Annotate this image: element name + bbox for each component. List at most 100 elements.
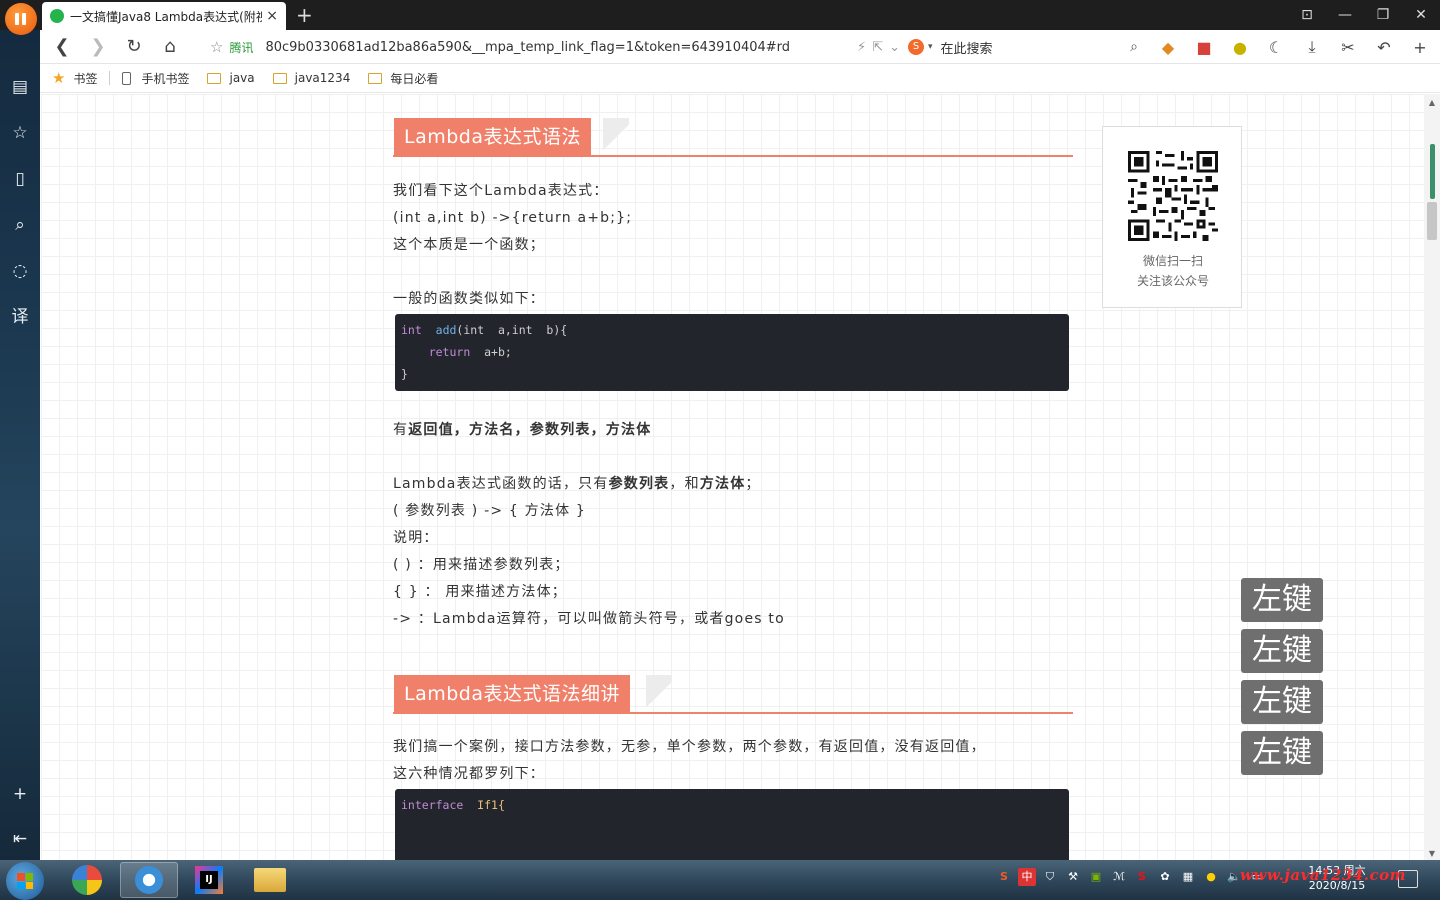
bookmark-mobile[interactable]: 手机书签 xyxy=(122,70,189,87)
bookmark-star[interactable]: ★ 书签 xyxy=(52,69,97,87)
news-icon[interactable]: ▤ xyxy=(8,75,32,99)
nvidia-icon[interactable]: ▣ xyxy=(1087,868,1105,886)
color-app-icon xyxy=(72,865,102,895)
network-icon[interactable]: ▦ xyxy=(1179,868,1197,886)
paragraph: 一般的函数类似如下： xyxy=(393,291,545,307)
url-text[interactable]: 80c9b0330681ad12ba86a590&__mpa_temp_link… xyxy=(265,40,851,55)
paragraph: -> ：Lambda运算符，可以叫做箭头符号，或者goes to xyxy=(393,611,785,627)
scroll-down-icon[interactable]: ▼ xyxy=(1424,849,1440,858)
taskbar-app-browser[interactable] xyxy=(120,862,178,898)
window-controls: ⊡ — ❐ ✕ xyxy=(1288,0,1440,30)
engine-dropdown-icon[interactable]: ▾ xyxy=(928,42,933,52)
active-tab[interactable]: 一文搞懂Java8 Lambda表达式(附视 × xyxy=(42,2,286,30)
bookmark-star-icon[interactable]: ☆ xyxy=(210,38,223,56)
windows-icon xyxy=(17,873,33,889)
qr-code-image xyxy=(1128,151,1218,241)
shield-icon[interactable]: ⛉ xyxy=(1041,868,1059,886)
article: Lambda表达式语法 我们看下这个Lambda表达式： (int a,int … xyxy=(393,94,1073,860)
forward-icon[interactable]: ❯ xyxy=(80,36,116,57)
bookmark-java[interactable]: java xyxy=(207,71,255,85)
ime-icon[interactable]: 中 xyxy=(1018,868,1036,886)
page-content: Lambda表达式语法 我们看下这个Lambda表达式： (int a,int … xyxy=(41,94,1424,860)
paragraph: { } ： 用来描述方法体； xyxy=(393,584,567,600)
search-sidebar-icon[interactable]: ⌕ xyxy=(8,213,32,237)
section-heading-1: Lambda表达式语法 xyxy=(393,94,1073,157)
qr-caption: 微信扫一扫 关注该公众号 xyxy=(1136,254,1209,288)
section-heading-2: Lambda表达式语法细讲 xyxy=(393,651,1073,714)
folder-icon xyxy=(254,868,286,892)
restore-button[interactable]: ❐ xyxy=(1364,0,1402,30)
star-icon: ★ xyxy=(52,69,66,87)
paragraph: 我们看下这个Lambda表达式： xyxy=(393,183,609,199)
night-mode-icon[interactable]: ☾ xyxy=(1258,38,1294,57)
scroll-indicator xyxy=(1430,144,1435,199)
bookmark-daily[interactable]: 每日必看 xyxy=(368,70,438,87)
start-button[interactable] xyxy=(6,862,44,900)
address-bar[interactable]: ☆ 腾讯 80c9b0330681ad12ba86a590&__mpa_temp… xyxy=(210,35,900,59)
phone-icon xyxy=(122,71,132,85)
scroll-thumb[interactable] xyxy=(1427,202,1437,240)
taskbar-app-explorer[interactable] xyxy=(241,862,299,898)
screenshot-icon[interactable]: ✂ xyxy=(1330,38,1366,57)
search-icon[interactable]: ⌕ xyxy=(1130,39,1138,55)
sogou-tray-icon[interactable]: S xyxy=(995,868,1013,886)
gear-icon[interactable]: ✿ xyxy=(1156,868,1174,886)
scroll-up-icon[interactable]: ▲ xyxy=(1424,98,1440,107)
lightning-icon[interactable]: ⚡ xyxy=(857,40,866,55)
left-click-overlay: 左键 xyxy=(1241,578,1323,622)
minimize-button[interactable]: — xyxy=(1326,0,1364,30)
left-click-overlay: 左键 xyxy=(1241,731,1323,775)
secure-label: 腾讯 xyxy=(229,40,254,55)
new-tab-button[interactable]: + xyxy=(296,3,313,27)
system-tray: S 中 ⛉ ⚒ ▣ ℳ S ✿ ▦ ● 🔈 ▭ xyxy=(995,868,1266,886)
taskbar: IJ S 中 ⛉ ⚒ ▣ ℳ S ✿ ▦ ● 🔈 ▭ 14:53 周六 2020… xyxy=(0,860,1440,900)
search-placeholder[interactable]: 在此搜索 xyxy=(941,38,1131,57)
back-icon[interactable]: ❮ xyxy=(44,36,80,57)
left-click-overlay: 左键 xyxy=(1241,629,1323,673)
browser-logo-icon[interactable] xyxy=(5,3,37,35)
share-icon[interactable]: ⇱ xyxy=(872,40,883,55)
tab-bar: 一文搞懂Java8 Lambda表达式(附视 × + ⊡ — ❐ ✕ xyxy=(0,0,1440,30)
search-engine-icon[interactable]: S xyxy=(908,39,924,55)
game-icon[interactable]: ◆ xyxy=(1150,38,1186,57)
red-extension-icon[interactable]: ■ xyxy=(1186,38,1222,57)
skin-icon[interactable]: ⊡ xyxy=(1288,0,1326,30)
vertical-scrollbar[interactable]: ▲ ▼ xyxy=(1424,94,1440,860)
favorites-icon[interactable]: ☆ xyxy=(8,121,32,145)
close-window-button[interactable]: ✕ xyxy=(1402,0,1440,30)
green-extension-icon[interactable]: ● xyxy=(1222,38,1258,57)
left-click-overlay: 左键 xyxy=(1241,680,1323,724)
ime-tray-icon[interactable]: ℳ xyxy=(1110,868,1128,886)
taskbar-app-intellij[interactable]: IJ xyxy=(180,862,238,898)
reload-icon[interactable]: ↻ xyxy=(116,36,152,57)
collapse-sidebar-icon[interactable]: ⇤ xyxy=(8,827,32,851)
browser-icon xyxy=(135,866,163,894)
folder-icon xyxy=(368,72,383,84)
paragraph: 说明： xyxy=(393,530,439,546)
undo-icon[interactable]: ↶ xyxy=(1366,38,1402,57)
chat-icon[interactable]: ◌ xyxy=(8,259,32,283)
taskbar-app-colors[interactable] xyxy=(58,862,116,898)
chevron-down-icon[interactable]: ⌄ xyxy=(889,40,900,55)
section-title: Lambda表达式语法 xyxy=(394,118,592,157)
tool-tray-icon[interactable]: ⚒ xyxy=(1064,868,1082,886)
home-icon[interactable]: ⌂ xyxy=(152,36,188,57)
heading-decoration xyxy=(646,675,672,714)
app-tray-icon[interactable]: ● xyxy=(1202,868,1220,886)
code-block: int add(int a,int b){ return a+b; } xyxy=(395,314,1069,391)
bookmark-java1234[interactable]: java1234 xyxy=(272,71,350,85)
close-tab-icon[interactable]: × xyxy=(266,8,278,24)
code-block: interface If1{ /** xyxy=(395,789,1069,860)
add-icon[interactable]: + xyxy=(1402,38,1438,57)
divider xyxy=(109,71,111,85)
search-box[interactable]: S ▾ 在此搜索 ⌕ xyxy=(908,35,1138,59)
reader-icon[interactable]: ▯ xyxy=(8,167,32,191)
add-sidebar-icon[interactable]: + xyxy=(8,782,32,806)
heading-decoration xyxy=(603,118,629,157)
download-icon[interactable]: ⤓ xyxy=(1294,37,1330,57)
s-red-icon[interactable]: S xyxy=(1133,868,1151,886)
paragraph: 有返回值，方法名，参数列表，方法体 xyxy=(393,422,652,438)
translate-icon[interactable]: 译 xyxy=(8,305,32,329)
